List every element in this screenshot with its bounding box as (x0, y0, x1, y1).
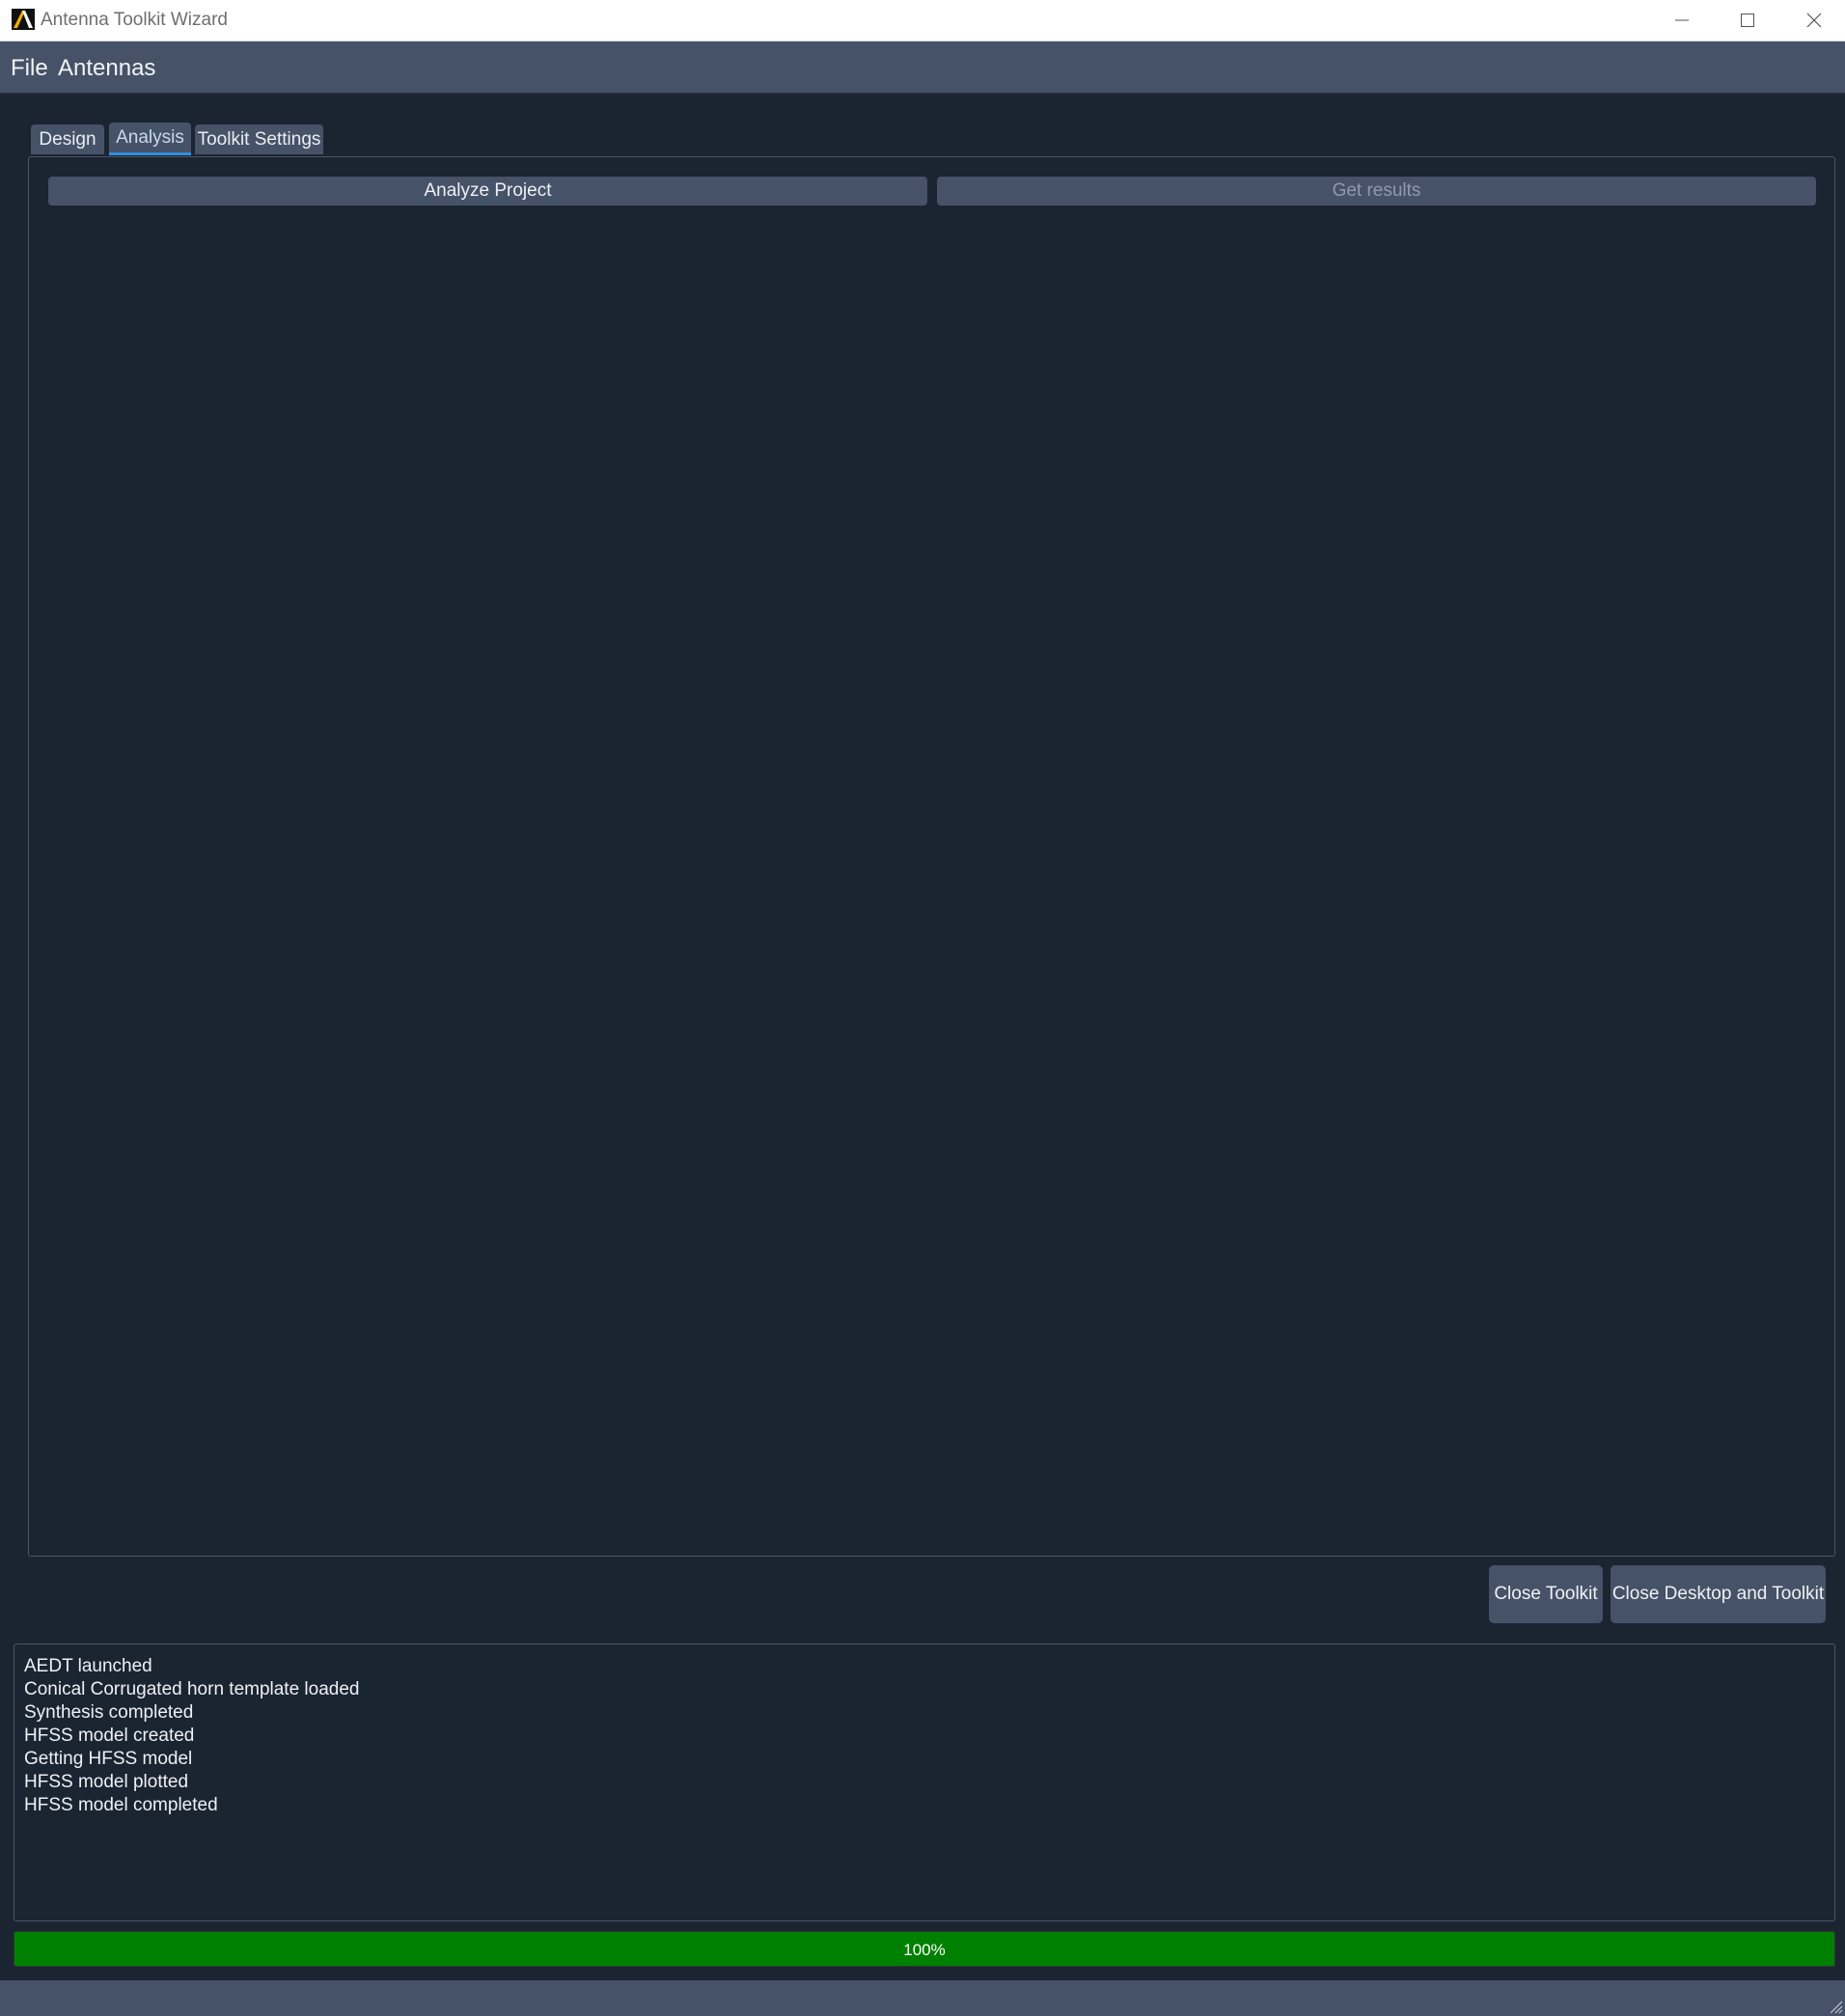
log-line: Synthesis completed (24, 1702, 194, 1723)
get-results-button[interactable]: Get results (937, 177, 1816, 206)
window-titlebar: Antenna Toolkit Wizard (0, 0, 1845, 41)
analyze-project-button[interactable]: Analyze Project (48, 177, 927, 206)
close-window-button[interactable] (1781, 0, 1845, 41)
log-output[interactable]: AEDT launched Conical Corrugated horn te… (14, 1643, 1835, 1921)
log-line: Getting HFSS model (24, 1749, 193, 1769)
ansys-logo-icon (12, 9, 35, 30)
maximize-button[interactable] (1715, 0, 1780, 41)
close-icon (1806, 13, 1822, 28)
progress-bar: 100% (14, 1931, 1835, 1967)
log-line: Conical Corrugated horn template loaded (24, 1679, 360, 1699)
close-toolkit-button[interactable]: Close Toolkit (1489, 1565, 1603, 1623)
progress-label: 100% (903, 1941, 946, 1959)
analysis-tab-pane (28, 156, 1835, 1557)
tab-analysis[interactable]: Analysis (109, 123, 191, 155)
log-line: HFSS model plotted (24, 1772, 189, 1792)
minimize-button[interactable] (1649, 0, 1715, 41)
minimize-icon (1675, 19, 1689, 21)
log-line: HFSS model created (24, 1726, 195, 1746)
menu-file[interactable]: File (11, 41, 48, 95)
status-bar (0, 1980, 1845, 2016)
log-line: AEDT launched (24, 1656, 152, 1676)
maximize-icon (1741, 14, 1754, 27)
tab-toolkit-settings[interactable]: Toolkit Settings (195, 124, 323, 154)
close-desktop-and-toolkit-button[interactable]: Close Desktop and Toolkit (1611, 1565, 1826, 1623)
menu-antennas[interactable]: Antennas (58, 41, 155, 95)
menu-bar: File Antennas (0, 41, 1845, 95)
tab-design[interactable]: Design (31, 124, 104, 154)
resize-grip-icon[interactable] (1828, 1999, 1843, 2014)
log-line: HFSS model completed (24, 1795, 218, 1815)
window-title: Antenna Toolkit Wizard (41, 10, 228, 30)
